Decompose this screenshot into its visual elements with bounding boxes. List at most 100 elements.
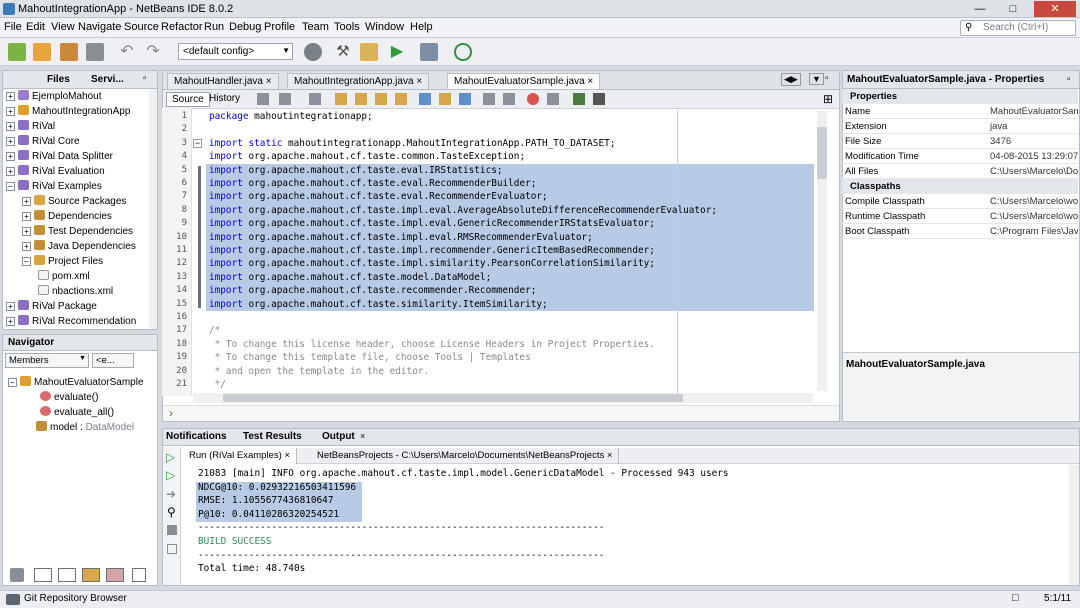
tree-item[interactable]: nbactions.xml: [38, 285, 113, 300]
menu-help[interactable]: Help: [410, 21, 433, 33]
scrollbar-thumb[interactable]: [817, 127, 827, 179]
tab-files[interactable]: Files: [47, 74, 70, 85]
property-row[interactable]: Compile Classpath C:\Users\Marcelo\wo: [842, 194, 1078, 209]
scrollbar[interactable]: [149, 89, 157, 329]
tab-mahout-integration-app[interactable]: MahoutIntegrationApp.java ×: [287, 73, 430, 89]
nonpublic-icon[interactable]: [82, 568, 100, 582]
find-next-icon[interactable]: [375, 93, 387, 105]
last-edit-icon[interactable]: [257, 93, 269, 105]
new-project-icon[interactable]: [33, 43, 51, 61]
run-icon[interactable]: ▶: [388, 43, 406, 61]
tree-item[interactable]: + Source Packages: [22, 195, 126, 210]
clear-icon[interactable]: [167, 525, 177, 535]
property-row[interactable]: All Files C:\Users\Marcelo\Do: [842, 164, 1078, 179]
inherited-icon[interactable]: [106, 568, 124, 582]
history-button[interactable]: History: [209, 93, 240, 104]
tree-item[interactable]: + Dependencies: [22, 210, 112, 225]
property-row[interactable]: File Size 3476: [842, 134, 1078, 149]
code-line[interactable]: import static mahoutintegrationapp.Mahou…: [209, 137, 615, 150]
toggle-highlight-icon[interactable]: [395, 93, 407, 105]
members-select[interactable]: Members ▼: [5, 353, 89, 368]
close-icon[interactable]: ×: [266, 76, 272, 87]
scroll-tabs-icon[interactable]: ◀▶: [781, 73, 801, 86]
find-previous-icon[interactable]: [355, 93, 367, 105]
tab-services[interactable]: Servi...: [91, 74, 124, 85]
back-icon[interactable]: [279, 93, 291, 105]
new-file-icon[interactable]: [8, 43, 26, 61]
expand-icon[interactable]: +: [6, 107, 15, 116]
close-icon[interactable]: ×: [360, 431, 365, 441]
empty-select[interactable]: <e...: [92, 353, 134, 368]
minimize-panel-icon[interactable]: ▫: [143, 73, 147, 84]
sort-icon[interactable]: [132, 568, 146, 582]
build-target-icon[interactable]: [304, 43, 322, 61]
source-button[interactable]: Source: [166, 92, 210, 107]
toggle-bookmark-icon[interactable]: [439, 93, 451, 105]
expand-icon[interactable]: −: [8, 378, 17, 387]
tab-test-results[interactable]: Test Results: [243, 431, 302, 442]
build-hammer-icon[interactable]: ⚒: [334, 43, 352, 61]
navigator-item[interactable]: − MahoutEvaluatorSample: [8, 376, 144, 391]
uncomment-icon[interactable]: [503, 93, 515, 105]
menu-debug[interactable]: Debug: [229, 21, 261, 33]
split-editor-icon[interactable]: ⊞: [823, 92, 833, 106]
menu-run[interactable]: Run: [204, 21, 224, 33]
tab-notifications[interactable]: Notifications: [166, 431, 227, 442]
minimize-panel-icon[interactable]: ▫: [1067, 74, 1071, 85]
tree-item[interactable]: + EjemploMahout: [6, 90, 101, 105]
expand-icon[interactable]: +: [22, 227, 31, 236]
tree-item[interactable]: − Project Files: [22, 255, 103, 270]
menu-tools[interactable]: Tools: [334, 21, 360, 33]
expand-icon[interactable]: −: [22, 257, 31, 266]
subtab-netbeans-projects[interactable]: NetBeansProjects - C:\Users\Marcelo\Docu…: [311, 448, 620, 464]
close-icon[interactable]: ×: [284, 450, 290, 461]
expand-icon[interactable]: +: [6, 152, 15, 161]
stop-macro-icon[interactable]: [547, 93, 559, 105]
code-line[interactable]: * To change this template file, choose T…: [209, 351, 531, 364]
minimize-button[interactable]: —: [965, 1, 995, 17]
search-icon[interactable]: ⚲: [167, 505, 176, 519]
output-scrollbar[interactable]: [1069, 465, 1079, 585]
code-line[interactable]: import org.apache.mahout.cf.taste.impl.e…: [209, 231, 593, 244]
menu-edit[interactable]: Edit: [26, 21, 45, 33]
menu-source[interactable]: Source: [124, 21, 159, 33]
shift-right-icon[interactable]: [459, 93, 471, 105]
menu-navigate[interactable]: Navigate: [78, 21, 121, 33]
tree-item[interactable]: + RiVal Package: [6, 300, 97, 315]
tab-mahout-handler[interactable]: MahoutHandler.java ×: [167, 73, 279, 89]
search-input[interactable]: Search (Ctrl+I): [983, 22, 1048, 33]
code-line[interactable]: * and open the template in the editor.: [209, 365, 429, 378]
navigator-item[interactable]: model : DataModel: [36, 421, 134, 436]
close-icon[interactable]: ×: [587, 76, 593, 87]
open-project-icon[interactable]: [60, 43, 78, 61]
fields-icon[interactable]: [34, 568, 52, 582]
debug-icon[interactable]: [420, 43, 438, 61]
tree-item[interactable]: pom.xml: [38, 270, 90, 285]
tree-item[interactable]: + MahoutIntegrationApp: [6, 105, 130, 120]
config-select[interactable]: <default config> ▼: [178, 43, 293, 60]
expand-icon[interactable]: +: [22, 197, 31, 206]
property-row[interactable]: Boot Classpath C:\Program Files\Java: [842, 224, 1078, 239]
code-line[interactable]: * To change this license header, choose …: [209, 338, 655, 351]
classpaths-section[interactable]: Classpaths: [842, 179, 1078, 194]
expand-icon[interactable]: +: [6, 137, 15, 146]
menu-file[interactable]: File: [4, 21, 22, 33]
tree-item[interactable]: + RiVal Core: [6, 135, 80, 150]
code-line[interactable]: import org.apache.mahout.cf.taste.impl.e…: [209, 204, 717, 217]
tree-item[interactable]: + RiVal Data Splitter: [6, 150, 113, 165]
save-all-icon[interactable]: [86, 43, 104, 61]
undo-icon[interactable]: ↶: [118, 43, 136, 61]
search-box[interactable]: ⚲ Search (Ctrl+I): [960, 20, 1076, 36]
expand-icon[interactable]: +: [6, 302, 15, 311]
expand-icon[interactable]: +: [22, 212, 31, 221]
code-line[interactable]: /*: [209, 324, 220, 337]
code-line[interactable]: import org.apache.mahout.cf.taste.eval.I…: [209, 164, 503, 177]
expand-icon[interactable]: +: [6, 167, 15, 176]
expand-icon[interactable]: +: [22, 242, 31, 251]
code-line[interactable]: import org.apache.mahout.cf.taste.eval.R…: [209, 190, 548, 203]
start-macro-icon[interactable]: [527, 93, 539, 105]
code-line[interactable]: import org.apache.mahout.cf.taste.simila…: [209, 298, 548, 311]
find-icon[interactable]: [335, 93, 347, 105]
chevron-right-icon[interactable]: ›: [169, 406, 173, 420]
fold-icon[interactable]: −: [193, 139, 202, 148]
